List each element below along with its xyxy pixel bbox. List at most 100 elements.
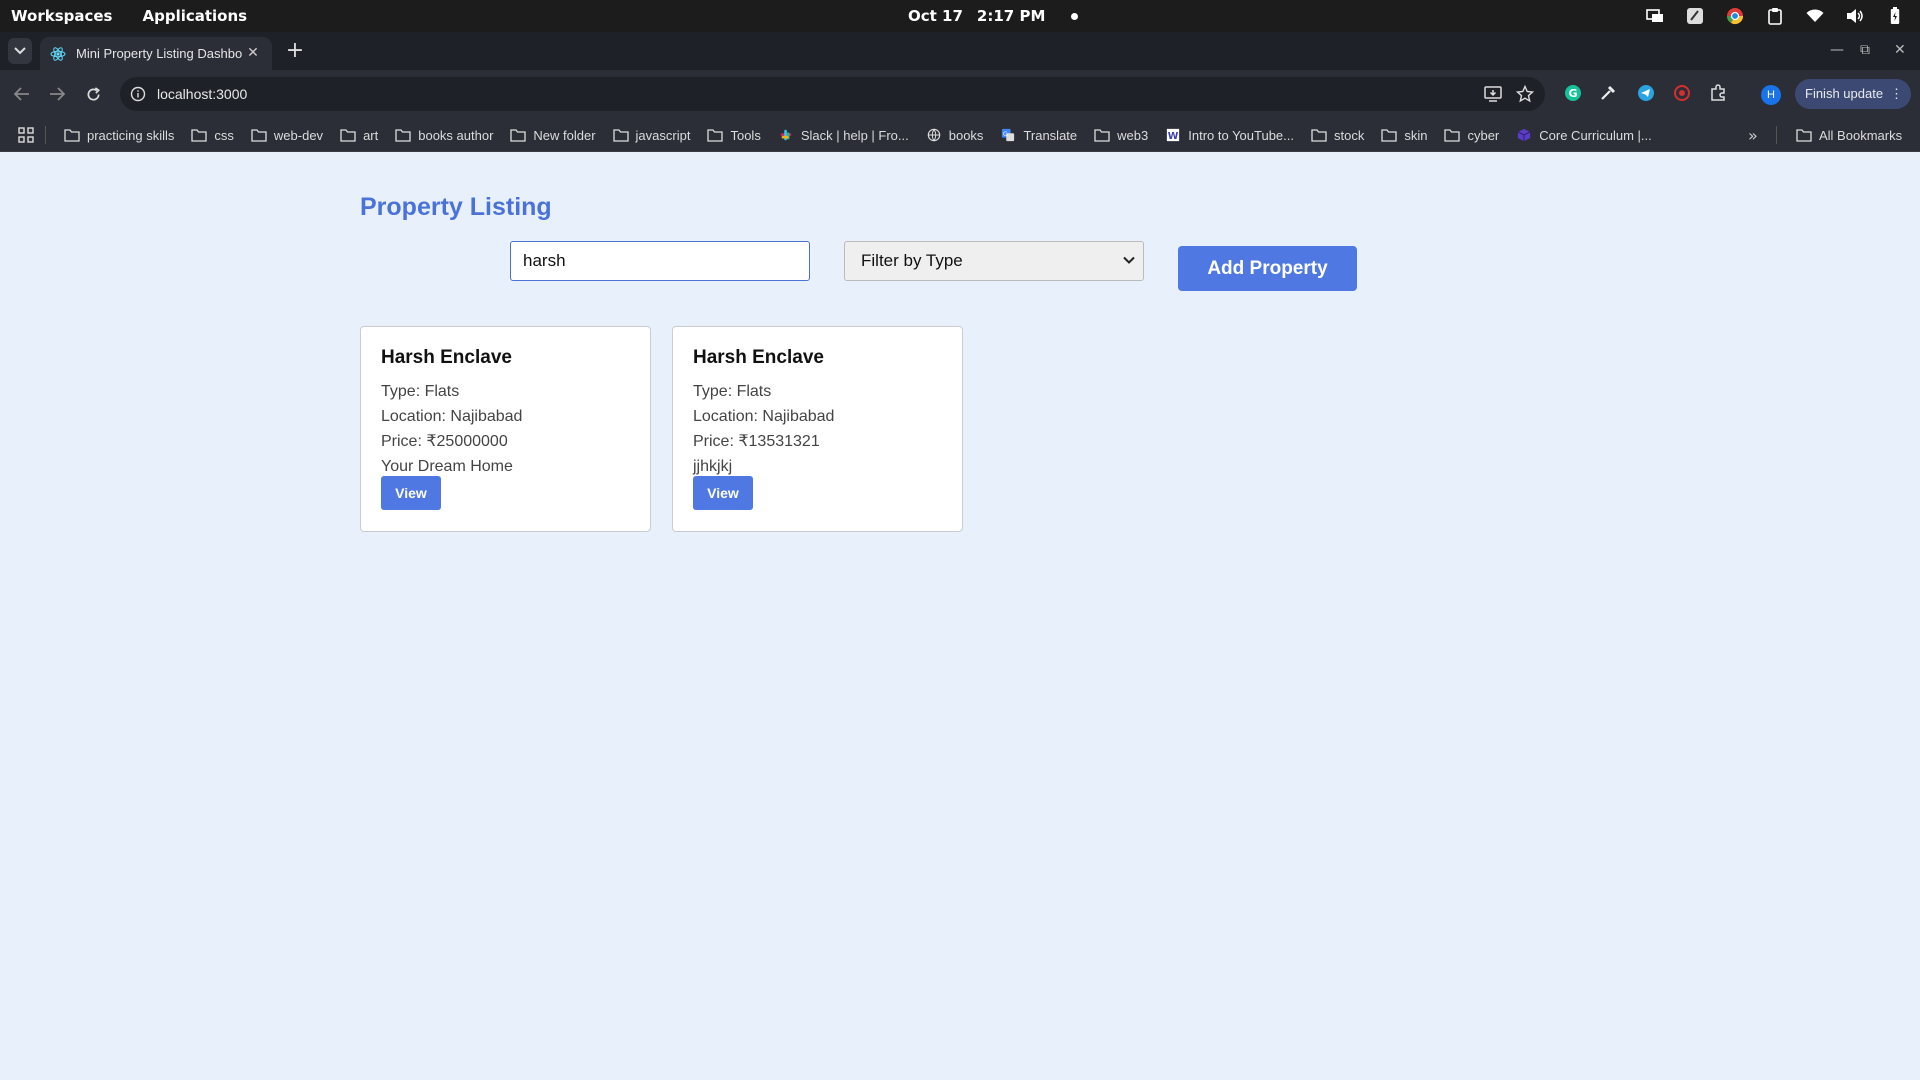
apps-grid-icon[interactable]: [18, 127, 34, 143]
bookmark-item[interactable]: Slack | help | Fro...: [778, 128, 909, 143]
globe-icon: [927, 128, 940, 142]
bookmark-item[interactable]: cyber: [1444, 128, 1499, 143]
bookmark-item[interactable]: art: [340, 128, 378, 143]
applications-menu[interactable]: Applications: [142, 7, 247, 25]
bookmark-label: javascript: [635, 127, 691, 143]
add-property-button[interactable]: Add Property: [1178, 246, 1357, 291]
tab-active[interactable]: Mini Property Listing Dashbo ✕: [40, 37, 272, 70]
workspaces-menu[interactable]: Workspaces: [11, 7, 112, 25]
bookmark-item[interactable]: web3: [1094, 128, 1148, 143]
profile-avatar[interactable]: H: [1761, 85, 1781, 105]
bookmarks-divider: [45, 126, 46, 144]
property-location: Location: Najibabad: [693, 408, 835, 425]
wifi-icon[interactable]: [1804, 5, 1826, 27]
address-bar[interactable]: localhost:3000: [120, 77, 1545, 111]
window-close-icon[interactable]: ✕: [1894, 42, 1906, 58]
bookmark-label: art: [363, 127, 379, 143]
telegram-icon[interactable]: [1636, 83, 1656, 103]
bookmark-label: web3: [1117, 127, 1149, 143]
bookmark-label: web-dev: [273, 127, 324, 143]
bookmark-label: cyber: [1467, 127, 1500, 143]
property-name: Harsh Enclave: [381, 347, 512, 368]
chevron-down-icon: [14, 47, 26, 55]
folder-icon: [707, 129, 724, 142]
bookmark-item[interactable]: stock: [1311, 128, 1364, 143]
bookmark-item[interactable]: practicing skills: [64, 128, 174, 143]
bookmark-label: New folder: [533, 127, 596, 143]
bookmark-item[interactable]: Core Curriculum |...: [1516, 128, 1652, 143]
bookmark-label: books author: [418, 127, 494, 143]
view-button[interactable]: View: [693, 476, 753, 510]
clipboard-icon[interactable]: [1764, 5, 1786, 27]
folder-icon: [612, 129, 629, 142]
os-top-bar: Workspaces Applications Oct 17 2:17 PM: [0, 0, 1920, 32]
all-bookmarks-button[interactable]: All Bookmarks: [1796, 118, 1902, 152]
translate-icon: G: [1002, 128, 1015, 142]
w-icon: W: [1167, 128, 1180, 142]
finish-update-label: Finish update: [1805, 86, 1884, 101]
extensions-puzzle-icon[interactable]: [1708, 83, 1728, 103]
battery-icon[interactable]: [1884, 5, 1906, 27]
restore-icon[interactable]: ⧉: [1860, 42, 1870, 58]
back-button[interactable]: [11, 83, 33, 105]
bookmark-label: stock: [1334, 127, 1365, 143]
page-content: Property Listing Filter by Type Add Prop…: [0, 153, 1920, 1080]
bookmark-label: skin: [1404, 127, 1428, 143]
clock-date: Oct 17: [908, 7, 963, 25]
browser-toolbar: localhost:3000 G H Finish update ⋮: [0, 70, 1920, 118]
clock[interactable]: Oct 17 2:17 PM: [908, 0, 1079, 32]
svg-text:G: G: [1568, 87, 1577, 100]
folder-icon: [1796, 129, 1812, 142]
eyedropper-icon[interactable]: [1598, 83, 1618, 103]
arrow-right-icon: [50, 87, 65, 101]
new-tab-button[interactable]: +: [284, 40, 306, 62]
star-icon[interactable]: [1516, 85, 1534, 103]
folder-icon: [395, 129, 411, 142]
bookmark-item[interactable]: Tools: [707, 128, 761, 143]
search-input[interactable]: [510, 241, 810, 281]
tab-search-button[interactable]: [8, 38, 32, 64]
view-button[interactable]: View: [381, 476, 441, 510]
bookmark-label: Translate: [1023, 127, 1078, 143]
filter-selected-value: Filter by Type: [861, 251, 963, 270]
bookmark-item[interactable]: web-dev: [251, 128, 323, 143]
bookmark-label: practicing skills: [87, 127, 175, 143]
tab-strip: Mini Property Listing Dashbo ✕ + — ⧉ ✕: [0, 32, 1920, 70]
grammarly-icon[interactable]: G: [1563, 83, 1583, 103]
bookmark-item[interactable]: W Intro to YouTube...: [1165, 128, 1294, 143]
pen-app-icon[interactable]: [1684, 5, 1706, 27]
filter-by-type-select[interactable]: Filter by Type: [844, 241, 1144, 281]
tab-close-icon[interactable]: ✕: [246, 46, 260, 60]
minimize-icon[interactable]: —: [1830, 42, 1844, 58]
bookmark-item[interactable]: css: [191, 128, 234, 143]
chrome-icon[interactable]: [1724, 5, 1746, 27]
all-bookmarks-label: All Bookmarks: [1819, 127, 1903, 143]
more-bookmarks-icon[interactable]: »: [1748, 126, 1758, 145]
svg-text:W: W: [1168, 131, 1179, 142]
folder-icon: [340, 129, 356, 142]
target-extension-icon[interactable]: [1672, 83, 1692, 103]
property-type: Type: Flats: [693, 383, 772, 400]
property-card-list: Harsh Enclave Type: Flats Location: Najiba…: [360, 326, 963, 532]
chevron-down-icon: [1123, 256, 1135, 264]
volume-icon[interactable]: [1844, 5, 1866, 27]
bookmark-item[interactable]: G Translate: [1000, 128, 1077, 143]
bookmarks-bar: practicing skills css web-dev art books auth…: [0, 118, 1920, 152]
finish-update-button[interactable]: Finish update ⋮: [1795, 79, 1911, 109]
bookmark-item[interactable]: skin: [1381, 128, 1427, 143]
screen-share-icon[interactable]: [1644, 5, 1666, 27]
bookmark-label: css: [214, 127, 234, 143]
install-app-icon[interactable]: [1484, 85, 1502, 103]
react-icon: [50, 46, 66, 61]
bookmark-item[interactable]: javascript: [612, 127, 691, 143]
folder-icon: [191, 129, 208, 142]
bookmark-item[interactable]: New folder: [510, 127, 596, 143]
forward-button[interactable]: [46, 83, 68, 105]
site-info-icon[interactable]: [130, 86, 146, 102]
more-menu-icon: ⋮: [1890, 86, 1903, 101]
folder-icon: [251, 129, 267, 142]
reload-button[interactable]: [82, 83, 104, 105]
slack-icon: [780, 129, 792, 141]
bookmark-item[interactable]: books author: [395, 128, 493, 143]
bookmark-item[interactable]: books: [926, 128, 983, 143]
